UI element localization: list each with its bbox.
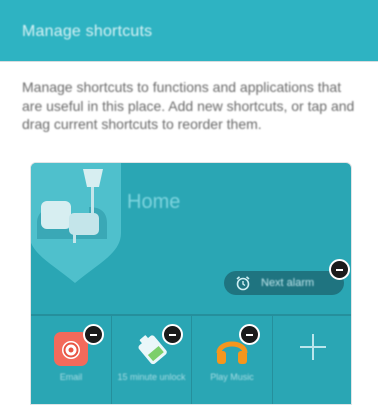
place-card: Home Next alarm Email 15 minute unlock P… — [30, 162, 352, 405]
add-shortcut-button[interactable] — [273, 316, 352, 404]
place-header: Home Next alarm — [31, 163, 351, 314]
alarm-clock-icon — [236, 276, 250, 291]
place-name: Home — [127, 191, 181, 213]
shortcut-label: 15 minute unlock — [117, 372, 186, 382]
next-alarm-shortcut[interactable]: Next alarm — [224, 271, 344, 295]
shortcuts-row: Email 15 minute unlock Play Music — [31, 316, 352, 404]
page-title: Manage shortcuts — [22, 23, 153, 40]
remove-shortcut-button[interactable] — [161, 324, 183, 345]
app-header: Manage shortcuts — [0, 0, 378, 62]
remove-alarm-button[interactable] — [329, 259, 350, 280]
shortcut-label: Play Music — [210, 372, 254, 382]
home-place-icon — [31, 163, 121, 283]
description-text: Manage shortcuts to functions and applic… — [22, 79, 355, 132]
plus-icon — [299, 334, 326, 360]
next-alarm-label: Next alarm — [261, 277, 315, 289]
shortcut-15-minute-unlock[interactable]: 15 minute unlock — [112, 316, 192, 404]
shortcut-email[interactable]: Email — [31, 316, 112, 404]
remove-shortcut-button[interactable] — [83, 324, 104, 345]
remove-shortcut-button[interactable] — [239, 324, 260, 345]
shortcut-play-music[interactable]: Play Music — [192, 316, 273, 404]
shortcut-label: Email — [59, 372, 83, 382]
